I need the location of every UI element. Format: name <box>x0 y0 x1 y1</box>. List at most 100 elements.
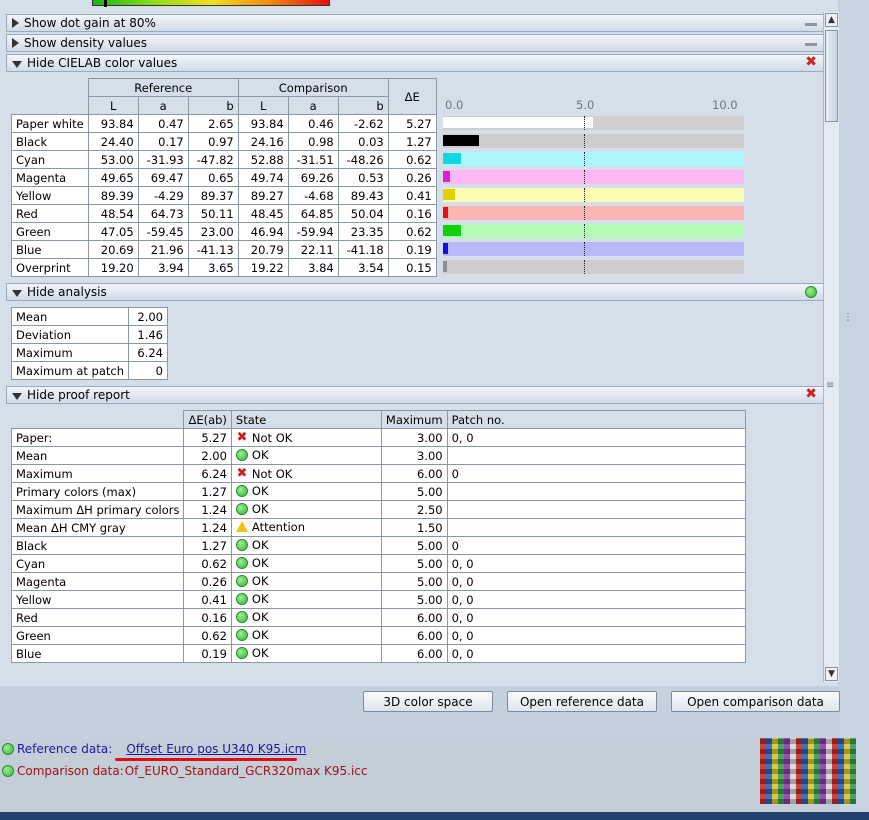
state-label: OK <box>251 591 269 606</box>
table-row: Green 0.62 OK 6.00 0, 0 <box>10 626 746 645</box>
splitter-grip-icon[interactable]: ⋮ <box>843 312 853 323</box>
comparison-value: 0.98 <box>287 132 339 151</box>
close-icon[interactable]: ✖ <box>805 55 817 69</box>
reference-value: 2.65 <box>187 114 239 133</box>
scroll-up-icon[interactable]: ▲ <box>825 13 838 27</box>
comparison-value: 0.53 <box>337 168 389 187</box>
proof-state: OK <box>230 608 382 627</box>
reference-value: 0.97 <box>187 132 239 151</box>
reference-value: 89.37 <box>187 186 239 205</box>
section-dot-gain[interactable]: Show dot gain at 80% <box>6 14 824 32</box>
proof-delta-e: 0.16 <box>183 608 232 627</box>
section-label: Show dot gain at 80% <box>24 16 156 30</box>
color-name: Yellow <box>11 186 89 205</box>
delta-e-value: 0.16 <box>387 204 437 223</box>
color-name: Paper white <box>11 114 89 133</box>
color-name: Cyan <box>11 150 89 169</box>
proof-column-header: State <box>230 410 382 429</box>
proof-patch: 0, 0 <box>446 590 746 609</box>
delta-e-value: 1.27 <box>387 132 437 151</box>
table-row: Yellow 89.39 -4.29 89.37 89.27 -4.68 89.43 0.41 <box>11 186 437 205</box>
proof-delta-e: 0.41 <box>183 590 232 609</box>
minus-icon[interactable] <box>805 38 817 46</box>
table-row: Paper: 5.27 ✖ Not OK 3.00 0, 0 <box>10 428 746 447</box>
comparison-value: 52.88 <box>237 150 289 169</box>
status-ok-icon <box>235 574 248 587</box>
delta-e-bar-track <box>443 242 744 256</box>
proof-criterion: Green <box>10 626 185 645</box>
reference-value: 0.65 <box>187 168 239 187</box>
analysis-value: 1.46 <box>128 325 168 344</box>
proof-criterion: Blue <box>10 644 185 663</box>
proof-patch: 0 <box>446 536 746 555</box>
delta-e-value: 5.27 <box>387 114 437 133</box>
proof-maximum: 2.50 <box>380 500 448 519</box>
comparison-header: Comparison <box>237 78 389 97</box>
color-space-button[interactable]: 3D color space <box>363 691 493 712</box>
delta-e-value: 0.62 <box>387 150 437 169</box>
proof-column-header: Patch no. <box>446 410 746 429</box>
delta-e-header: ΔE <box>387 78 437 115</box>
test-chart-overlay <box>760 738 856 804</box>
lab-column-header: L <box>87 96 139 115</box>
window-edge <box>840 0 869 820</box>
status-fail-icon: ✖ <box>236 466 248 481</box>
section-proof-report[interactable]: Hide proof report ✖ <box>6 386 824 404</box>
comparison-data-label: Comparison data: <box>17 764 124 778</box>
section-cielab[interactable]: Hide CIELAB color values ✖ <box>6 54 824 72</box>
color-name: Green <box>11 222 89 241</box>
tolerance-line <box>584 224 585 238</box>
status-ok-icon <box>235 484 248 497</box>
scroll-down-icon[interactable]: ▼ <box>825 667 838 681</box>
proof-patch: 0, 0 <box>446 644 746 663</box>
reference-value: 0.47 <box>137 114 189 133</box>
analysis-label: Maximum at patch <box>11 361 129 380</box>
reference-value: 89.39 <box>87 186 139 205</box>
proof-state: OK <box>230 536 382 555</box>
table-row: Maximum 6.24 <box>11 343 168 362</box>
state-label: OK <box>251 537 269 552</box>
proof-delta-e: 1.27 <box>183 536 232 555</box>
reference-data-file[interactable]: Offset Euro pos U340 K95.icm <box>126 742 306 756</box>
collapse-arrow-icon <box>12 60 22 68</box>
section-label: Hide analysis <box>27 285 107 299</box>
expand-arrow-icon <box>12 18 19 28</box>
proof-state: Attention <box>230 518 382 537</box>
status-ok-icon <box>235 556 248 569</box>
tolerance-line <box>584 170 585 184</box>
proof-state: OK <box>230 590 382 609</box>
delta-e-bar <box>443 153 461 164</box>
comparison-data-file[interactable]: Of_EURO_Standard_GCR320max K95.icc <box>125 764 368 778</box>
table-row: Maximum at patch 0 <box>11 361 168 380</box>
vertical-scrollbar[interactable]: ▲ ▼ <box>823 12 839 682</box>
analysis-label: Deviation <box>11 325 129 344</box>
splitter-grip-icon[interactable]: ≡ <box>826 380 834 391</box>
minus-icon[interactable] <box>805 18 817 26</box>
status-ok-icon <box>805 286 817 298</box>
delta-e-bar-track <box>443 116 744 130</box>
reference-value: 49.65 <box>87 168 139 187</box>
reference-value: -59.45 <box>137 222 189 241</box>
section-label: Show density values <box>24 36 148 50</box>
comparison-value: 0.46 <box>287 114 339 133</box>
reference-value: 23.00 <box>187 222 239 241</box>
scroll-thumb[interactable] <box>825 30 838 122</box>
open-comparison-button[interactable]: Open comparison data <box>671 691 840 712</box>
delta-e-bar-track <box>443 134 744 148</box>
section-analysis[interactable]: Hide analysis <box>6 283 824 301</box>
close-icon[interactable]: ✖ <box>805 387 817 401</box>
section-density[interactable]: Show density values <box>6 34 824 52</box>
color-name: Black <box>11 132 89 151</box>
delta-e-bar-track <box>443 152 744 166</box>
status-ok-icon <box>2 743 14 755</box>
analysis-value: 0 <box>128 361 168 380</box>
table-row: Mean 2.00 <box>11 307 168 326</box>
proof-criterion: Maximum <box>10 464 185 483</box>
proof-delta-e: 0.26 <box>183 572 232 591</box>
proof-delta-e: 0.19 <box>183 644 232 663</box>
open-reference-button[interactable]: Open reference data <box>507 691 657 712</box>
reference-value: 3.94 <box>137 258 189 277</box>
delta-e-bar <box>443 117 593 128</box>
lab-column-header: a <box>287 96 339 115</box>
table-row: Overprint 19.20 3.94 3.65 19.22 3.84 3.54 0.15 <box>11 258 437 277</box>
